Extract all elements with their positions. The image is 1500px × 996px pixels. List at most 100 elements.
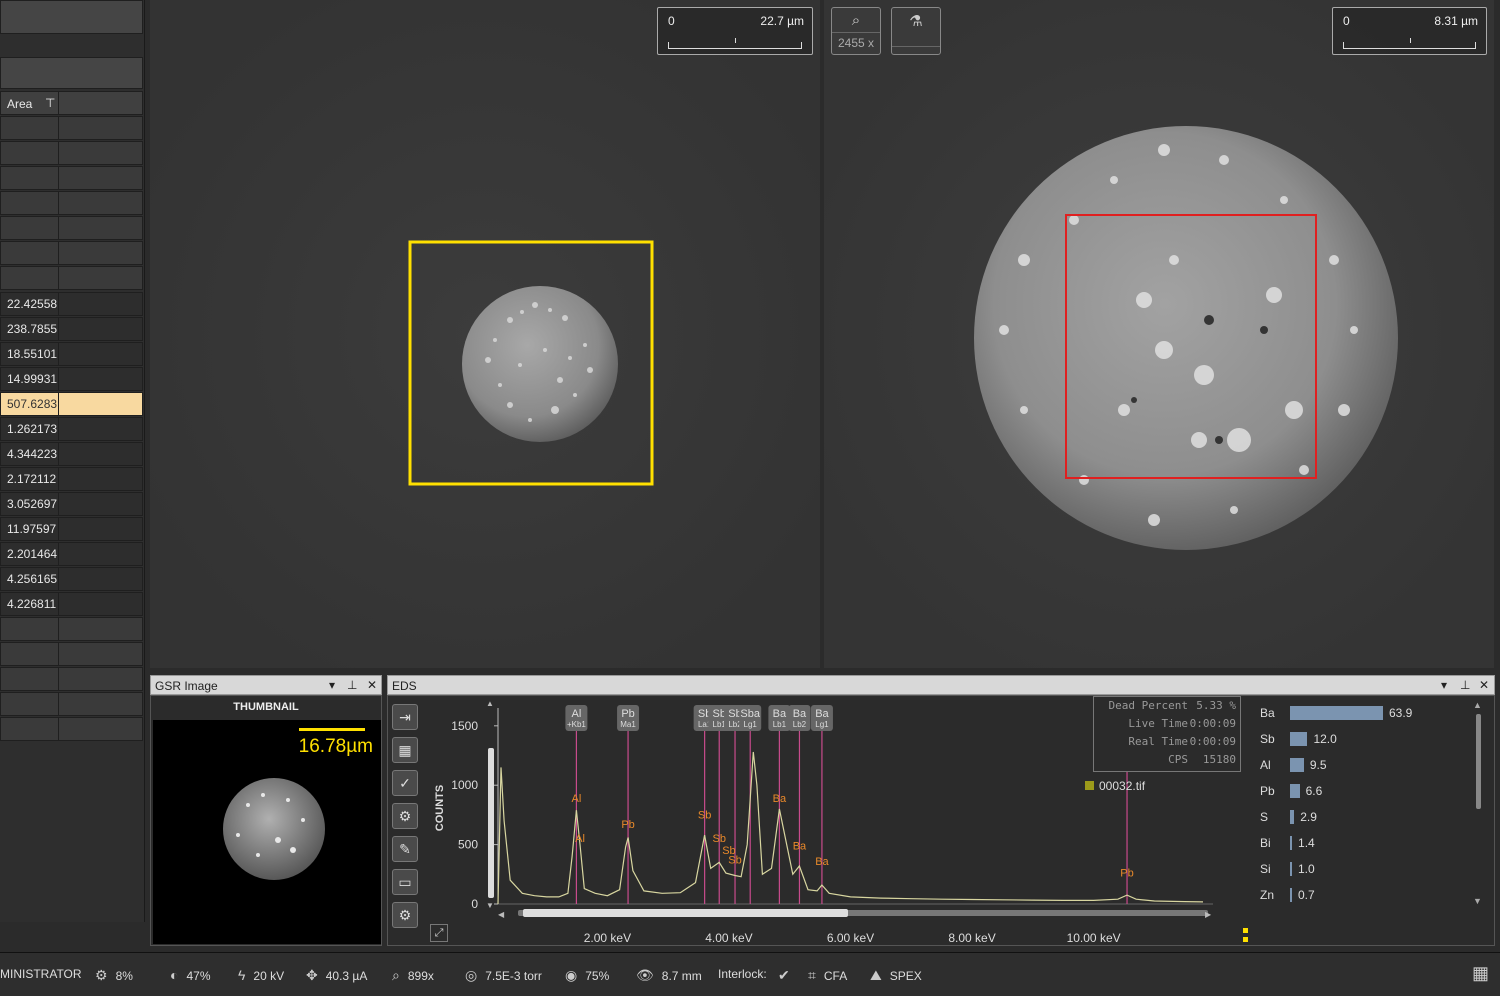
element-row[interactable]: Pb 6.6	[1248, 782, 1468, 800]
table-row-empty[interactable]	[0, 266, 143, 290]
dropdown-icon[interactable]: ▾	[1441, 678, 1447, 692]
status-item[interactable]: 👁 8.7 mm	[636, 967, 702, 984]
marker-line-name: Lb1	[773, 720, 787, 729]
element-name: Pb	[1260, 784, 1275, 798]
table-row[interactable]: 2.201464	[0, 542, 143, 566]
status-item[interactable]: ⌕ 899x	[392, 967, 434, 984]
status-item[interactable]: ◎ 7.5E-3 torr	[465, 967, 542, 984]
element-name: Al	[1260, 758, 1271, 772]
sem-image-overview[interactable]: 0 22.7 µm	[150, 0, 820, 668]
element-name: Si	[1260, 862, 1271, 876]
flask-icon: ⚗	[909, 13, 923, 30]
y-axis-down-arrow[interactable]: ▼	[486, 901, 494, 910]
element-value: 1.0	[1298, 862, 1315, 876]
table-row-empty[interactable]	[0, 667, 143, 691]
table-row-empty[interactable]	[0, 116, 143, 140]
sem-image-zoom[interactable]: ⌕ 2455 x ⚗ 0 8.31 µm	[824, 0, 1494, 668]
column-header-area[interactable]: Area ⊤	[0, 91, 143, 115]
y-axis-up-arrow[interactable]: ▲	[486, 699, 494, 708]
analysis-button[interactable]: ⚗	[891, 7, 941, 55]
status-item[interactable]: Interlock:	[718, 967, 767, 981]
export-button[interactable]: ⇥	[392, 704, 418, 730]
open-folder-button[interactable]: ▭	[392, 869, 418, 895]
table-row-empty[interactable]	[0, 241, 143, 265]
element-name: Zn	[1260, 888, 1275, 902]
element-name: Sb	[1260, 732, 1275, 746]
x-tick-label: 2.00 keV	[584, 931, 631, 945]
element-row[interactable]: Ba 63.9	[1248, 704, 1468, 722]
element-row[interactable]: Zn 0.7	[1248, 886, 1468, 904]
table-row-empty[interactable]	[0, 717, 143, 741]
status-item[interactable]: ⛰ SPEX	[870, 967, 922, 984]
magnification-button[interactable]: ⌕ 2455 x	[831, 7, 881, 55]
status-value: 8%	[115, 969, 133, 983]
table-row[interactable]: 3.052697	[0, 492, 143, 516]
element-list-scrollbar[interactable]	[1476, 714, 1481, 809]
x-scroll-left-arrow[interactable]: ◀	[498, 910, 505, 919]
table-row[interactable]: 238.7855	[0, 317, 143, 341]
thumbnail-image[interactable]: 16.78µm	[153, 720, 381, 944]
crop-icon: ⌗	[808, 967, 816, 983]
table-spacer	[0, 36, 143, 56]
table-row-empty[interactable]	[0, 216, 143, 240]
confirm-button[interactable]: ✓	[392, 770, 418, 796]
element-row[interactable]: Si 1.0	[1248, 860, 1468, 878]
status-item[interactable]: ⌗ CFA	[808, 967, 847, 984]
table-row-empty[interactable]	[0, 141, 143, 165]
pin-icon[interactable]: ⊥	[1460, 678, 1470, 692]
x-tick-label: 6.00 keV	[827, 931, 874, 945]
element-value: 12.0	[1313, 732, 1337, 746]
scroll-up-icon[interactable]: ▲	[1473, 700, 1482, 710]
stat-row: Live Time 0:00:09	[1094, 715, 1240, 733]
pin-icon[interactable]: ⊥	[347, 678, 357, 692]
table-row[interactable]: 2.172112	[0, 467, 143, 491]
element-row[interactable]: Al 9.5	[1248, 756, 1468, 774]
table-row[interactable]: 22.42558	[0, 292, 143, 316]
table-row[interactable]: 18.55101	[0, 342, 143, 366]
status-value: 7.5E-3 torr	[485, 969, 542, 983]
status-item[interactable]: ⚙ 8%	[95, 967, 133, 984]
advanced-settings-button[interactable]: ⚙	[392, 902, 418, 928]
table-row[interactable]: 4.226811	[0, 592, 143, 616]
y-axis-scrollbar[interactable]	[488, 748, 494, 898]
status-item[interactable]: ✥ 40.3 µA	[306, 967, 367, 984]
element-row[interactable]: Sb 12.0	[1248, 730, 1468, 748]
table-row-empty[interactable]	[0, 642, 143, 666]
calendar-icon[interactable]: ▦	[1472, 963, 1489, 984]
element-value: 9.5	[1309, 758, 1327, 772]
table-row[interactable]: 507.6283	[0, 392, 143, 416]
table-row-empty[interactable]	[0, 617, 143, 641]
scale-bar-zoom: 0 8.31 µm	[1332, 7, 1487, 55]
settings-button[interactable]: ⚙	[392, 803, 418, 829]
table-row-empty[interactable]	[0, 191, 143, 215]
element-row[interactable]: Bi 1.4	[1248, 834, 1468, 852]
table-button[interactable]: ▦	[392, 737, 418, 763]
element-composition-list: Ba 63.9 Sb 12.0 Al 9.5 Pb 6.6 S 2.9 Bi 1.4 Si 1.0 Zn 0.…	[1248, 704, 1478, 904]
table-row[interactable]: 14.99931	[0, 367, 143, 391]
status-item[interactable]: ◐ 47%	[170, 967, 211, 983]
table-row[interactable]: 1.262173	[0, 417, 143, 441]
status-item[interactable]: ϟ 20 kV	[238, 967, 284, 983]
dropdown-icon[interactable]: ▾	[329, 678, 335, 692]
table-row-empty[interactable]	[0, 692, 143, 716]
edit-button[interactable]: ✎	[392, 836, 418, 862]
element-row[interactable]: S 2.9	[1248, 808, 1468, 826]
table-row[interactable]: 4.344223	[0, 442, 143, 466]
filter-icon[interactable]: ⊤	[45, 96, 55, 110]
table-row[interactable]: 4.256165	[0, 567, 143, 591]
x-scroll-thumb[interactable]	[523, 909, 848, 917]
table-row-empty[interactable]	[0, 166, 143, 190]
resize-handle[interactable]	[1243, 928, 1248, 942]
marker-element: Ba	[773, 708, 787, 720]
table-row[interactable]: 11.97597	[0, 517, 143, 541]
close-icon[interactable]: ✕	[367, 678, 377, 692]
pressure-icon: ◎	[465, 967, 478, 983]
scroll-down-icon[interactable]: ▼	[1473, 896, 1482, 906]
check-icon: ✔	[778, 967, 790, 983]
status-item[interactable]: ◉ 75%	[565, 967, 609, 984]
status-item[interactable]: ✔	[778, 967, 798, 984]
x-scroll-right-arrow[interactable]: ▶	[1205, 910, 1212, 919]
close-icon[interactable]: ✕	[1479, 678, 1489, 692]
voltage-icon: ϟ	[238, 967, 246, 983]
table-toolbar-2	[0, 57, 143, 89]
